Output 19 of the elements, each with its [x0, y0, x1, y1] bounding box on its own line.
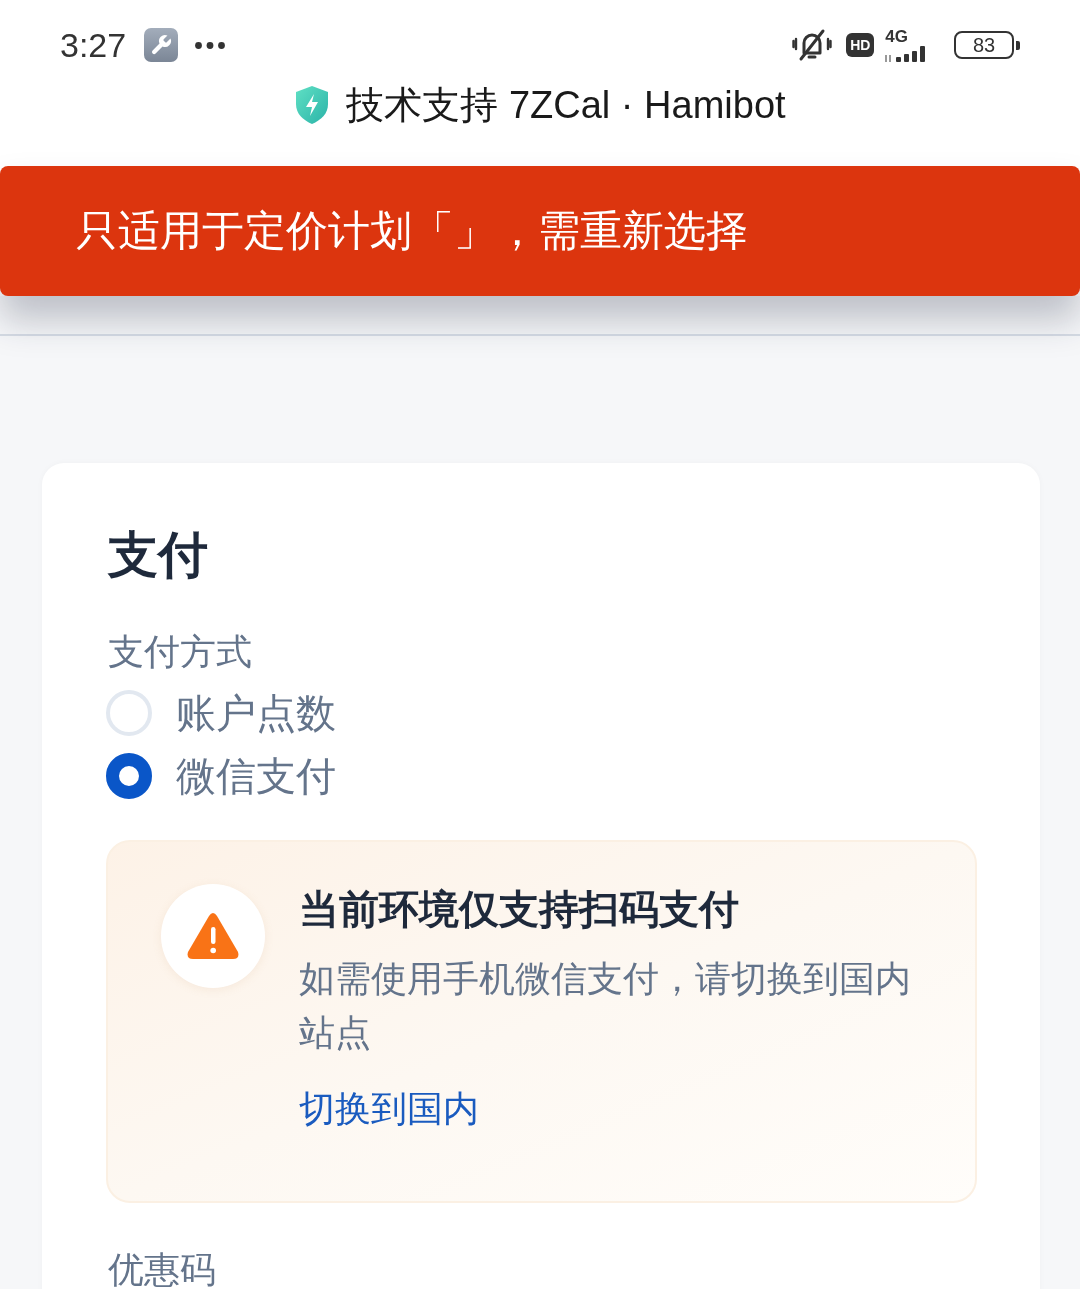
- payment-method-label: 支付方式: [107, 630, 253, 674]
- radio-button[interactable]: [106, 752, 152, 799]
- switch-region-link[interactable]: 切换到国内: [299, 1084, 479, 1134]
- hd-badge: HD: [846, 33, 875, 57]
- payment-heading: 支付: [106, 526, 209, 585]
- payment-option-label[interactable]: 账户点数: [176, 688, 336, 737]
- muted-bell-icon: [792, 28, 833, 62]
- page-title: 技术支持 7ZCal · Hamibot: [346, 83, 786, 128]
- network-type-label: 4G: [885, 28, 908, 46]
- payment-option-label[interactable]: 微信支付: [176, 751, 336, 800]
- notice-text: 如需使用手机微信支付，请切换到国内站点: [299, 957, 912, 1055]
- shield-bolt-icon: [294, 85, 331, 125]
- battery-percent: 83: [972, 34, 996, 56]
- more-dots-icon: [195, 41, 226, 49]
- status-time: 3:27: [60, 25, 127, 65]
- wrench-icon: [144, 28, 179, 62]
- coupon-label: 优惠码: [107, 1248, 217, 1289]
- notice-title: 当前环境仅支持扫码支付: [299, 886, 740, 933]
- toast-message: 只适用于定价计划「」，需重新选择: [76, 206, 748, 256]
